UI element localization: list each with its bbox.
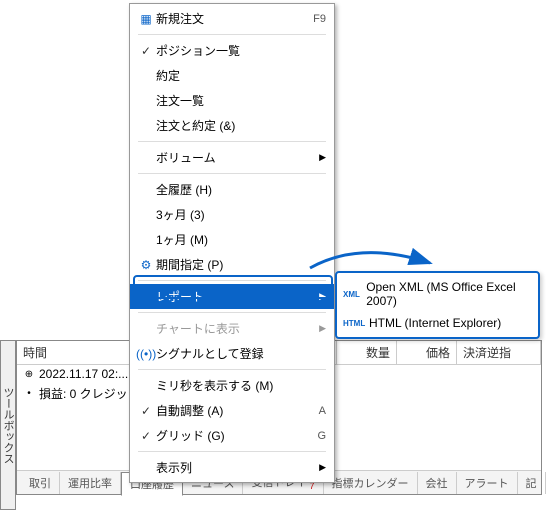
menu-all-history[interactable]: 全履歴 (H)	[130, 177, 334, 202]
menu-columns[interactable]: 表示列▶	[130, 455, 334, 480]
bullet-icon: •	[23, 388, 35, 399]
chevron-right-icon: ▶	[314, 291, 326, 302]
tab-more[interactable]: 記	[518, 472, 546, 494]
check-icon: ✓	[136, 429, 156, 443]
menu-deals[interactable]: 約定	[130, 63, 334, 88]
menu-report[interactable]: レポート▶	[130, 284, 334, 309]
menu-show-ms[interactable]: ミリ秒を表示する (M)	[130, 373, 334, 398]
col-qty[interactable]: 数量	[337, 341, 397, 364]
menu-chart-show[interactable]: チャートに表示▶	[130, 316, 334, 341]
menu-separator	[138, 280, 326, 281]
gear-icon: ⚙	[136, 258, 156, 272]
menu-new-order[interactable]: ▦ 新規注文 F9	[130, 6, 334, 31]
tab-alert[interactable]: アラート	[457, 472, 518, 494]
check-icon: ✓	[136, 404, 156, 418]
menu-orders[interactable]: 注文一覧	[130, 88, 334, 113]
report-submenu: XML Open XML (MS Office Excel 2007) HTML…	[335, 271, 540, 339]
check-icon: ✓	[136, 44, 156, 58]
chevron-right-icon: ▶	[314, 462, 326, 473]
menu-separator	[138, 141, 326, 142]
chevron-right-icon: ▶	[314, 152, 326, 163]
tab-calendar[interactable]: 指標カレンダー	[324, 472, 418, 494]
chevron-right-icon: ▶	[314, 323, 326, 334]
menu-3months[interactable]: 3ヶ月 (3)	[130, 202, 334, 227]
menu-1month[interactable]: 1ヶ月 (M)	[130, 227, 334, 252]
signal-icon: ((•))	[136, 347, 156, 361]
menu-deals-orders[interactable]: 注文と約定 (&)	[130, 113, 334, 138]
menu-grid[interactable]: ✓グリッド (G)G	[130, 423, 334, 448]
context-menu: ▦ 新規注文 F9 ✓ ポジション一覧 約定 注文一覧 注文と約定 (&) ボリ…	[129, 3, 335, 483]
menu-separator	[138, 173, 326, 174]
col-rev[interactable]: 決済逆指	[457, 341, 541, 364]
tab-trade[interactable]: 取引	[21, 472, 60, 494]
menu-separator	[138, 34, 326, 35]
row-profit: 損益: 0 クレジット	[35, 385, 140, 402]
new-order-icon: ▦	[136, 12, 156, 26]
toolbox-vertical-label: ツールボックス	[0, 340, 16, 510]
menu-volume[interactable]: ボリューム▶	[130, 145, 334, 170]
menu-separator	[138, 451, 326, 452]
menu-period[interactable]: ⚙期間指定 (P)	[130, 252, 334, 277]
menu-signal-register[interactable]: ((•))シグナルとして登録	[130, 341, 334, 366]
menu-positions[interactable]: ✓ ポジション一覧	[130, 38, 334, 63]
xml-icon: XML	[343, 290, 366, 299]
col-price[interactable]: 価格	[397, 341, 457, 364]
expand-icon[interactable]: ⊕	[23, 369, 35, 380]
html-icon: HTML	[343, 319, 369, 328]
menu-separator	[138, 312, 326, 313]
tab-ratio[interactable]: 運用比率	[60, 472, 121, 494]
row-timestamp: 2022.11.17 02:...	[35, 367, 128, 381]
tab-company[interactable]: 会社	[418, 472, 457, 494]
menu-auto-adjust[interactable]: ✓自動調整 (A)A	[130, 398, 334, 423]
submenu-open-xml[interactable]: XML Open XML (MS Office Excel 2007)	[337, 276, 538, 312]
menu-separator	[138, 369, 326, 370]
submenu-html[interactable]: HTML HTML (Internet Explorer)	[337, 312, 538, 334]
